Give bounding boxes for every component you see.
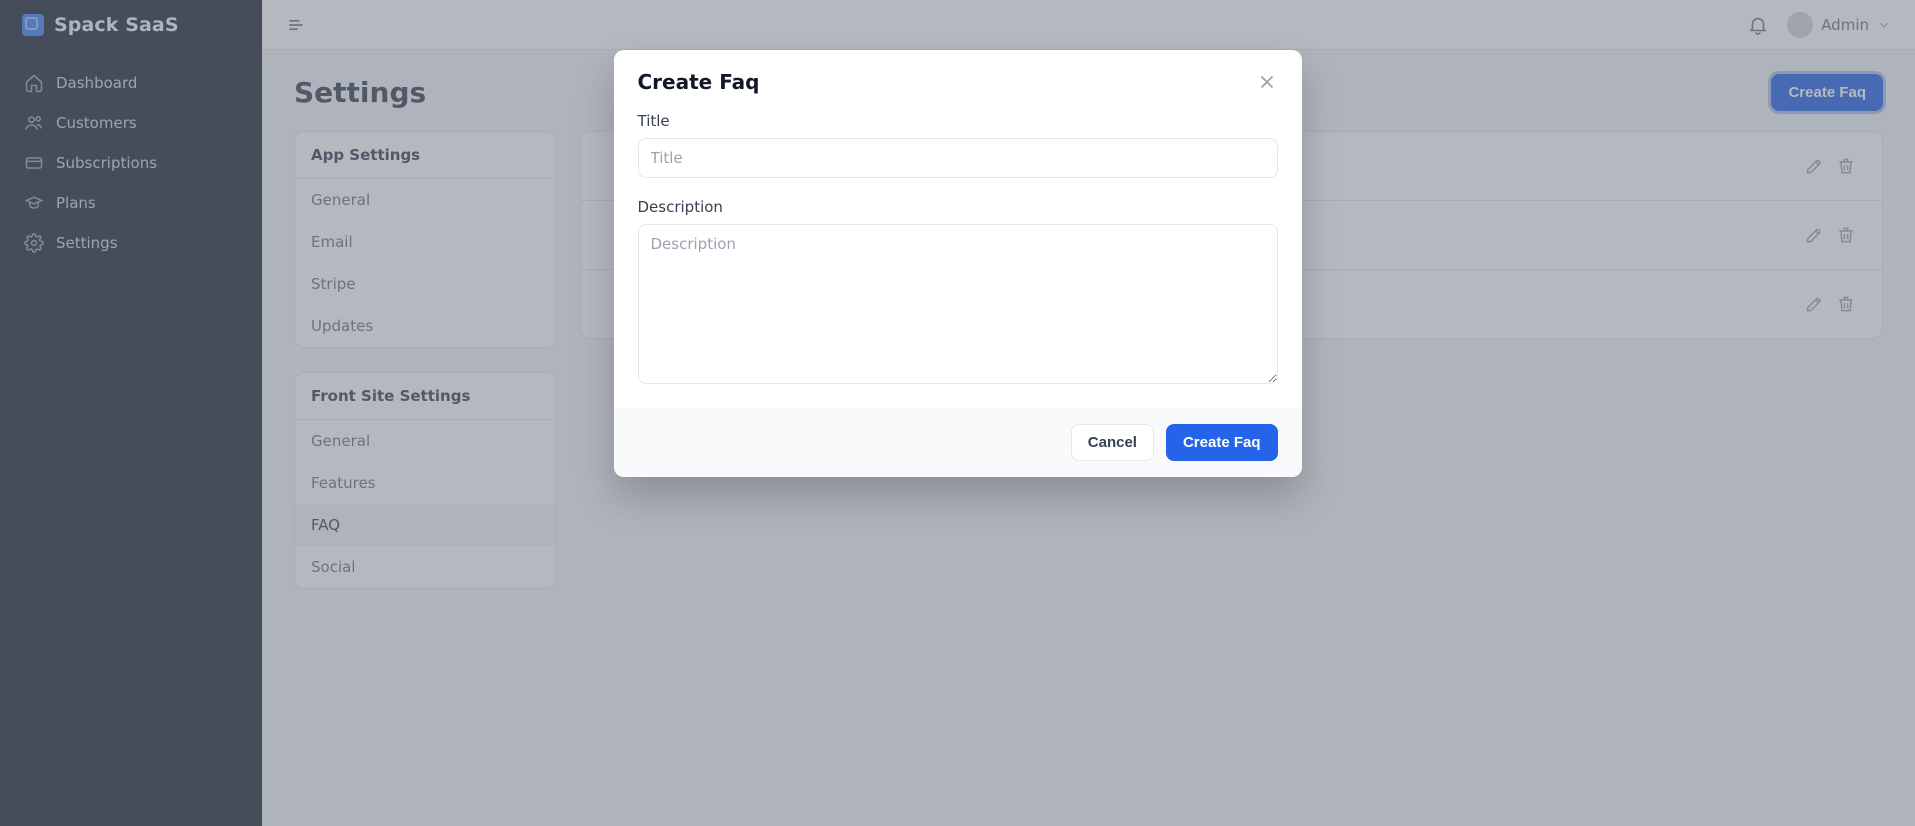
title-input[interactable] [638,138,1278,178]
modal-header: Create Faq [614,50,1302,106]
title-label: Title [638,112,1278,130]
modal-footer: Cancel Create Faq [614,408,1302,477]
close-button[interactable] [1256,71,1278,93]
description-input[interactable] [638,224,1278,384]
form-group-title: Title [638,112,1278,178]
cancel-button[interactable]: Cancel [1071,424,1154,461]
create-faq-modal: Create Faq Title Description Cancel Crea… [614,50,1302,477]
description-label: Description [638,198,1278,216]
form-group-description: Description [638,198,1278,384]
modal-overlay[interactable]: Create Faq Title Description Cancel Crea… [0,0,1915,826]
modal-body: Title Description [614,106,1302,408]
modal-title: Create Faq [638,70,760,94]
submit-create-faq-button[interactable]: Create Faq [1166,424,1278,461]
